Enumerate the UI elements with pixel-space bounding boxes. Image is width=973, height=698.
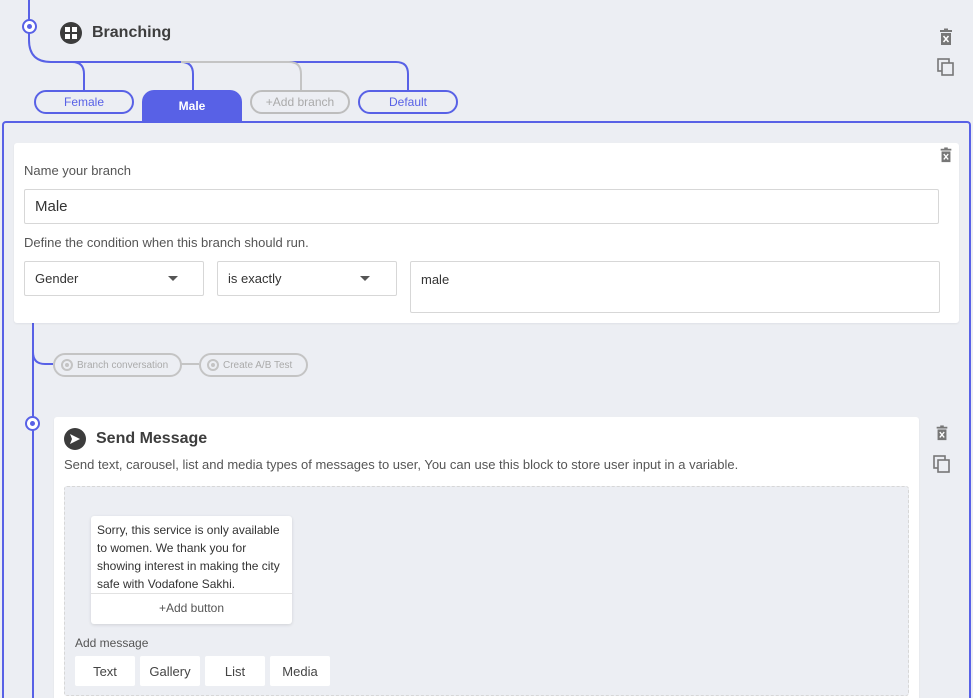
operator-select[interactable]: is exactly <box>217 261 397 296</box>
add-text-button[interactable]: Text <box>75 656 135 686</box>
grid-icon <box>60 22 82 44</box>
add-branch-button[interactable]: +Add branch <box>250 90 350 114</box>
send-message-description: Send text, carousel, list and media type… <box>64 457 739 472</box>
branching-title: Branching <box>92 24 172 41</box>
delete-branch-icon[interactable] <box>938 147 954 163</box>
tab-female[interactable]: Female <box>34 90 134 114</box>
condition-label: Define the condition when this branch sh… <box>24 235 309 250</box>
create-ab-test-label: Create A/B Test <box>223 359 293 371</box>
message-bubble-text: Sorry, this service is only available to… <box>97 523 280 591</box>
tab-default[interactable]: Default <box>358 90 458 114</box>
add-gallery-button[interactable]: Gallery <box>140 656 200 686</box>
radio-icon <box>207 359 219 371</box>
copy-icon[interactable] <box>933 455 951 473</box>
send-message-node-dot[interactable] <box>25 416 40 431</box>
match-value-input[interactable]: male <box>410 261 940 313</box>
add-message-label: Add message <box>75 636 149 650</box>
branching-node-dot[interactable] <box>22 19 37 34</box>
chevron-down-icon <box>360 276 370 281</box>
match-value-text: male <box>421 272 450 287</box>
add-list-button[interactable]: List <box>205 656 265 686</box>
create-ab-test-button[interactable]: Create A/B Test <box>199 353 308 377</box>
tab-male[interactable]: Male <box>142 90 242 122</box>
branch-conversation-button[interactable]: Branch conversation <box>53 353 182 377</box>
add-media-button[interactable]: Media <box>270 656 330 686</box>
radio-icon <box>61 359 73 371</box>
send-icon <box>64 428 86 450</box>
delete-icon[interactable] <box>934 425 950 441</box>
branch-name-input[interactable]: Male <box>24 189 939 224</box>
copy-icon[interactable] <box>937 58 955 76</box>
branch-name-label: Name your branch <box>24 163 131 178</box>
chevron-down-icon <box>168 276 178 281</box>
delete-icon[interactable] <box>937 28 955 46</box>
send-message-title: Send Message <box>96 430 208 447</box>
field-select-value: Gender <box>35 271 79 286</box>
add-button-link[interactable]: +Add button <box>91 601 292 615</box>
branch-conversation-label: Branch conversation <box>77 359 169 371</box>
operator-select-value: is exactly <box>228 271 282 286</box>
message-bubble[interactable]: Sorry, this service is only available to… <box>91 516 292 624</box>
bubble-divider <box>91 593 292 594</box>
